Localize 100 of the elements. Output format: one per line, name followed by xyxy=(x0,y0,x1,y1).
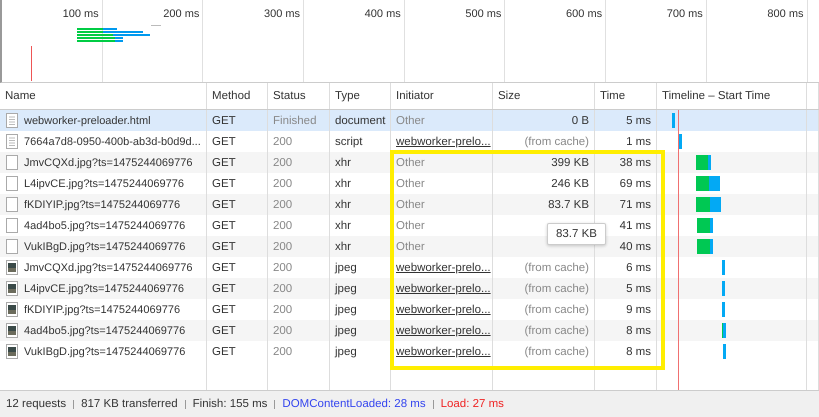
status-text: 817 KB transferred xyxy=(81,398,178,410)
tick-label: 300 ms xyxy=(264,8,300,20)
size-cell: 0 B xyxy=(572,114,589,126)
image-thumbnail-icon xyxy=(6,260,18,275)
method-cell: GET xyxy=(212,114,236,126)
size-cell: 246 KB xyxy=(551,178,589,190)
status-cell: Finished xyxy=(273,114,316,126)
request-name[interactable]: fKDIYIP.jpg?ts=1475244069776 xyxy=(24,304,180,316)
timeline-bar xyxy=(722,302,725,317)
method-cell: GET xyxy=(212,324,236,336)
initiator-link[interactable]: webworker-prelo... xyxy=(396,282,491,294)
status-text: 12 requests xyxy=(6,398,66,410)
initiator-cell: Other xyxy=(396,114,425,126)
status-cell: 200 xyxy=(273,156,292,168)
type-cell: script xyxy=(335,136,362,148)
method-cell: GET xyxy=(212,136,236,148)
tick-label: 400 ms xyxy=(364,8,401,20)
document-icon xyxy=(6,134,18,149)
initiator-cell: Other xyxy=(396,178,425,190)
request-name[interactable]: JmvCQXd.jpg?ts=1475244069776 xyxy=(24,262,192,274)
column-header[interactable]: Type xyxy=(335,90,360,102)
time-cell: 71 ms xyxy=(620,198,651,210)
status-cell: 200 xyxy=(273,220,292,232)
time-cell: 40 ms xyxy=(620,240,651,252)
type-cell: document xyxy=(335,114,386,126)
status-cell: 200 xyxy=(273,136,292,148)
type-cell: xhr xyxy=(335,156,351,168)
size-cell: 399 KB xyxy=(551,156,589,168)
initiator-link[interactable]: webworker-prelo... xyxy=(396,346,491,358)
time-cell: 5 ms xyxy=(626,114,651,126)
type-cell: jpeg xyxy=(335,262,357,274)
type-cell: jpeg xyxy=(335,324,357,336)
initiator-link[interactable]: webworker-prelo... xyxy=(396,304,491,316)
request-name[interactable]: L4ipvCE.jpg?ts=1475244069776 xyxy=(24,178,184,190)
request-name[interactable]: L4ipvCE.jpg?ts=1475244069776 xyxy=(24,282,184,294)
status-cell: 200 xyxy=(273,262,292,274)
time-cell: 69 ms xyxy=(620,178,651,190)
request-name[interactable]: webworker-preloader.html xyxy=(24,114,151,126)
method-cell: GET xyxy=(212,262,236,274)
method-cell: GET xyxy=(212,156,236,168)
status-text: Finish: 155 ms xyxy=(192,398,268,410)
tick-label: 800 ms xyxy=(767,8,804,20)
column-header[interactable]: Time xyxy=(600,90,626,102)
initiator-cell: Other xyxy=(396,240,425,252)
tick-label: 500 ms xyxy=(465,8,502,20)
tick-label: 100 ms xyxy=(62,8,99,20)
file-icon xyxy=(6,239,18,254)
initiator-link[interactable]: webworker-prelo... xyxy=(396,324,491,336)
request-name[interactable]: 4ad4bo5.jpg?ts=1475244069776 xyxy=(24,324,186,336)
method-cell: GET xyxy=(212,304,236,316)
method-cell: GET xyxy=(212,282,236,294)
column-header[interactable]: Size xyxy=(498,90,520,102)
time-cell: 38 ms xyxy=(620,156,651,168)
request-name[interactable]: 7664a7d8-0950-400b-ab3d-b0d9d... xyxy=(24,136,201,148)
method-cell: GET xyxy=(212,178,236,190)
timeline-bar xyxy=(696,197,721,212)
timeline-bar xyxy=(697,239,713,254)
image-thumbnail-icon xyxy=(6,323,18,338)
status-cell: 200 xyxy=(273,304,292,316)
method-cell: GET xyxy=(212,346,236,358)
timeline-bar xyxy=(696,176,720,191)
file-icon xyxy=(6,176,18,191)
timeline-bar xyxy=(722,260,725,275)
column-header[interactable]: Name xyxy=(5,90,36,102)
type-cell: xhr xyxy=(335,198,351,210)
column-header[interactable]: Status xyxy=(273,90,306,102)
time-cell: 6 ms xyxy=(626,262,651,274)
size-cell: (from cache) xyxy=(524,304,589,316)
file-icon xyxy=(6,218,18,233)
initiator-link[interactable]: webworker-prelo... xyxy=(396,262,491,274)
tick-label: 200 ms xyxy=(163,8,200,20)
time-cell: 41 ms xyxy=(620,220,651,232)
column-header[interactable]: Timeline – Start Time xyxy=(662,90,770,102)
type-cell: jpeg xyxy=(335,346,357,358)
initiator-link[interactable]: webworker-prelo... xyxy=(396,136,491,148)
status-cell: 200 xyxy=(273,346,292,358)
time-cell: 5 ms xyxy=(626,282,651,294)
column-header[interactable]: Initiator xyxy=(396,90,434,102)
timeline-bar xyxy=(722,281,725,296)
time-cell: 8 ms xyxy=(626,324,651,336)
request-name[interactable]: 4ad4bo5.jpg?ts=1475244069776 xyxy=(24,220,186,232)
request-name[interactable]: VukIBgD.jpg?ts=1475244069776 xyxy=(24,240,186,252)
column-header[interactable]: Method xyxy=(212,90,250,102)
status-cell: 200 xyxy=(273,282,292,294)
tick-label: 600 ms xyxy=(566,8,602,20)
time-cell: 9 ms xyxy=(626,304,651,316)
status-cell: 200 xyxy=(273,324,292,336)
status-text: DOMContentLoaded: 28 ms xyxy=(282,398,426,410)
request-name[interactable]: fKDIYIP.jpg?ts=1475244069776 xyxy=(24,198,180,210)
size-cell: (from cache) xyxy=(524,262,589,274)
load-marker-line xyxy=(31,46,32,81)
file-icon xyxy=(6,197,18,212)
type-cell: xhr xyxy=(335,178,351,190)
method-cell: GET xyxy=(212,220,236,232)
time-cell: 1 ms xyxy=(626,136,651,148)
method-cell: GET xyxy=(212,198,236,210)
request-name[interactable]: VukIBgD.jpg?ts=1475244069776 xyxy=(24,346,186,358)
size-cell: 83.7 KB xyxy=(548,198,589,210)
status-text: Load: 27 ms xyxy=(440,398,504,410)
request-name[interactable]: JmvCQXd.jpg?ts=1475244069776 xyxy=(24,156,192,168)
